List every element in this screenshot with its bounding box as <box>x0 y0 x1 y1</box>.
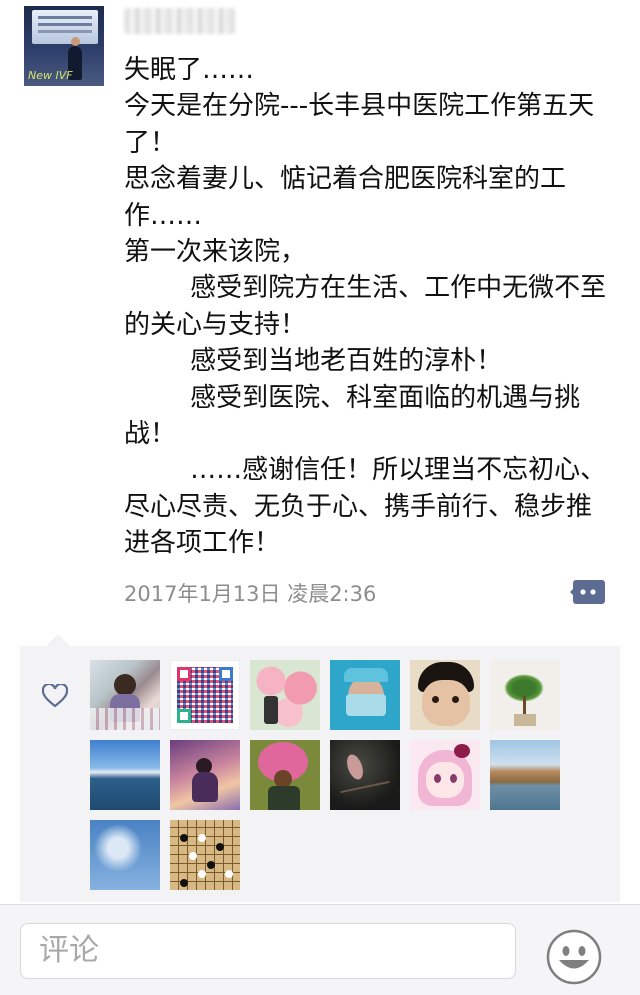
liker-avatar-sky[interactable] <box>90 820 160 890</box>
liker-avatar-girl-flowers[interactable] <box>90 660 160 730</box>
liker-avatar-lake[interactable] <box>90 740 160 810</box>
comment-bar: 评论 <box>0 904 640 995</box>
liker-avatar-bird[interactable] <box>330 740 400 810</box>
post-text: 失眠了…… 今天是在分院---长丰县中医院工作第五天了！ 思念着妻儿、惦记着合肥… <box>124 55 607 559</box>
post-timestamp: 2017年1月13日 凌晨2:36 <box>124 582 377 606</box>
liker-avatar-boy-fan[interactable] <box>250 740 320 810</box>
liker-avatar-pink-flowers[interactable] <box>250 660 320 730</box>
avatar-logo: New IVF <box>28 69 73 82</box>
poster-avatar[interactable]: New IVF <box>24 6 104 86</box>
comment-input[interactable]: 评论 <box>20 923 516 979</box>
liker-avatar-go-board[interactable] <box>170 820 240 890</box>
liker-avatar-hills[interactable] <box>490 740 560 810</box>
liker-avatar-child[interactable] <box>410 660 480 730</box>
poster-name-blurred[interactable] <box>124 8 236 34</box>
liker-avatar-plant[interactable] <box>490 660 560 730</box>
comment-bubble-icon[interactable] <box>570 578 606 606</box>
liker-avatar-surgeon[interactable] <box>330 660 400 730</box>
liker-avatar-qr-code[interactable] <box>170 660 240 730</box>
liker-avatar-cartoon-girl[interactable] <box>410 740 480 810</box>
likes-section <box>20 634 620 902</box>
smiley-face-icon[interactable] <box>546 929 602 985</box>
liker-avatar-girl-purple[interactable] <box>170 740 240 810</box>
heart-icon <box>42 684 68 708</box>
avatar-stage-screen <box>32 10 98 44</box>
